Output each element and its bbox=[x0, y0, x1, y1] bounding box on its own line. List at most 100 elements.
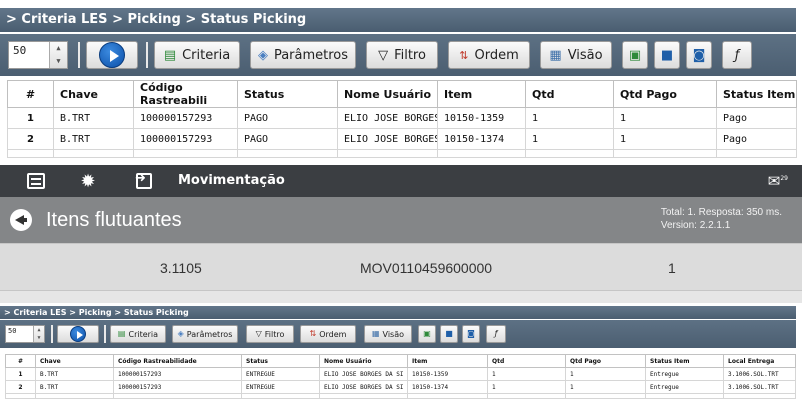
data-table: # Chave Código Rastreabili Status Nome Usuár… bbox=[7, 80, 797, 158]
stepper-spin[interactable]: ▲ ▼ bbox=[49, 42, 67, 68]
back-button[interactable] bbox=[10, 209, 32, 231]
table-row[interactable]: 1 B.TRT 100000157293 PAGO ELIO JOSE BORGES 10… bbox=[7, 107, 797, 129]
table-filler-row bbox=[7, 149, 797, 158]
column-header[interactable]: Status Item bbox=[716, 80, 797, 108]
sort-az-icon: ⇅ bbox=[459, 48, 469, 62]
chevron-up-icon[interactable]: ▲ bbox=[50, 42, 67, 55]
run-button[interactable] bbox=[57, 325, 99, 343]
criteria-label: Criteria bbox=[182, 47, 231, 63]
ordem-button[interactable]: ⇅ Ordem bbox=[448, 41, 530, 69]
chevron-up-icon[interactable]: ▲ bbox=[34, 326, 44, 334]
column-header[interactable]: # bbox=[5, 354, 36, 368]
table-cell: Entregue bbox=[645, 367, 724, 381]
table-cell: PAGO bbox=[237, 128, 338, 150]
column-header[interactable]: Qtd bbox=[487, 354, 566, 368]
empty-cell bbox=[35, 393, 114, 399]
table-cell: 1 bbox=[487, 380, 566, 394]
column-header[interactable]: Código Rastreabilidade bbox=[113, 354, 242, 368]
formula-button[interactable]: ƒ bbox=[722, 41, 752, 69]
visao-label: Visão bbox=[382, 329, 405, 339]
app-bar: ✹ Movimentação ✉29 bbox=[0, 165, 802, 197]
table-cell: 1 bbox=[525, 128, 614, 150]
stepper-spin[interactable]: ▲ ▼ bbox=[33, 326, 44, 342]
filtro-button[interactable]: ▽ Filtro bbox=[366, 41, 438, 69]
column-header[interactable]: # bbox=[7, 80, 54, 108]
parameters-icon: ◈ bbox=[257, 47, 268, 63]
page-title: Itens flutuantes bbox=[46, 209, 182, 231]
table-row[interactable]: 2 B.TRT 100000157293 PAGO ELIO JOSE BORGES 10… bbox=[7, 128, 797, 150]
column-header[interactable]: Nome Usuário bbox=[319, 354, 408, 368]
criteria-button[interactable]: ▤ Criteria bbox=[110, 325, 166, 343]
save-button[interactable]: ■ bbox=[654, 41, 680, 69]
table-cell: 10150-1359 bbox=[437, 107, 526, 129]
empty-cell bbox=[723, 393, 796, 399]
ordem-button[interactable]: ⇅ Ordem bbox=[300, 325, 356, 343]
code-button[interactable]: ◙ bbox=[462, 325, 480, 343]
table-body: 1 B.TRT 100000157293 PAGO ELIO JOSE BORGES 10… bbox=[7, 107, 797, 158]
page-size-stepper[interactable]: 50 ▲ ▼ bbox=[5, 325, 45, 343]
table-cell: 1 bbox=[613, 107, 717, 129]
table-cell: ELIO JOSE BORGES DA SI bbox=[319, 380, 408, 394]
table-cell: 3.1006.SOL.TRT bbox=[723, 367, 796, 381]
table-cell: 10150-1374 bbox=[407, 380, 488, 394]
chevron-down-icon[interactable]: ▼ bbox=[50, 55, 67, 68]
column-header[interactable]: Código Rastreabili bbox=[133, 80, 238, 108]
code-button[interactable]: ◙ bbox=[686, 41, 712, 69]
play-icon bbox=[99, 42, 125, 68]
column-header[interactable]: Status bbox=[241, 354, 320, 368]
toolbar: 50 ▲ ▼ ▤ Criteria ◈ Parâmetros ▽ Filtro … bbox=[0, 320, 796, 348]
column-header[interactable]: Qtd Pago bbox=[565, 354, 646, 368]
empty-cell bbox=[613, 149, 717, 158]
logout-icon bbox=[135, 171, 152, 189]
run-button[interactable] bbox=[86, 41, 138, 69]
list-item[interactable]: 3.1105 MOV0110459600000 1 bbox=[0, 243, 802, 291]
status-picking-panel-small: > Criteria LES > Picking > Status Pickin… bbox=[0, 306, 802, 417]
logout-button[interactable] bbox=[130, 169, 158, 193]
empty-cell bbox=[241, 393, 320, 399]
table-cell: 2 bbox=[7, 128, 54, 150]
export-button[interactable]: ▣ bbox=[622, 41, 648, 69]
criteria-button[interactable]: ▤ Criteria bbox=[154, 41, 240, 69]
column-header[interactable]: Status bbox=[237, 80, 338, 108]
parametros-button[interactable]: ◈ Parâmetros bbox=[172, 325, 238, 343]
response-info: Total: 1. Resposta: 350 ms. Version: 2.2… bbox=[661, 206, 782, 232]
view-icon: ▦ bbox=[549, 47, 562, 63]
column-header[interactable]: Chave bbox=[35, 354, 114, 368]
menu-button[interactable] bbox=[22, 169, 50, 193]
visao-button[interactable]: ▦ Visão bbox=[540, 41, 612, 69]
visao-button[interactable]: ▦ Visão bbox=[364, 325, 412, 343]
messages-button[interactable]: ✉29 bbox=[768, 172, 788, 190]
toolbar-divider bbox=[78, 42, 80, 68]
table-cell: Entregue bbox=[645, 380, 724, 394]
column-header[interactable]: Item bbox=[437, 80, 526, 108]
chevron-down-icon[interactable]: ▼ bbox=[34, 334, 44, 342]
column-header[interactable]: Item bbox=[407, 354, 488, 368]
table-cell: 1 bbox=[613, 128, 717, 150]
filtro-label: Filtro bbox=[394, 47, 426, 63]
column-header[interactable]: Qtd bbox=[525, 80, 614, 108]
version-line: Version: 2.2.1.1 bbox=[660, 220, 731, 231]
table-row[interactable]: 2 B.TRT 100000157293 ENTREGUE ELIO JOSE BORG… bbox=[5, 380, 796, 394]
parametros-button[interactable]: ◈ Parâmetros bbox=[250, 41, 356, 69]
empty-cell bbox=[5, 393, 36, 399]
page-size-value: 50 bbox=[13, 44, 27, 57]
column-header[interactable]: Local Entrega bbox=[723, 354, 796, 368]
toolbar-divider bbox=[51, 325, 53, 343]
page-size-stepper[interactable]: 50 ▲ ▼ bbox=[8, 41, 68, 69]
formula-icon: ƒ bbox=[494, 329, 498, 338]
empty-cell bbox=[319, 393, 408, 399]
empty-cell bbox=[237, 149, 338, 158]
table-cell: PAGO bbox=[237, 107, 338, 129]
formula-button[interactable]: ƒ bbox=[486, 325, 506, 343]
column-header[interactable]: Nome Usuário bbox=[337, 80, 438, 108]
export-button[interactable]: ▣ bbox=[418, 325, 436, 343]
empty-cell bbox=[487, 393, 566, 399]
table-cell: 100000157293 bbox=[133, 107, 238, 129]
settings-button[interactable]: ✹ bbox=[74, 169, 102, 193]
table-row[interactable]: 1 B.TRT 100000157293 ENTREGUE ELIO JOSE BORG… bbox=[5, 367, 796, 381]
column-header[interactable]: Status Item bbox=[645, 354, 724, 368]
column-header[interactable]: Qtd Pago bbox=[613, 80, 717, 108]
column-header[interactable]: Chave bbox=[53, 80, 134, 108]
filtro-button[interactable]: ▽ Filtro bbox=[246, 325, 294, 343]
save-button[interactable]: ■ bbox=[440, 325, 458, 343]
